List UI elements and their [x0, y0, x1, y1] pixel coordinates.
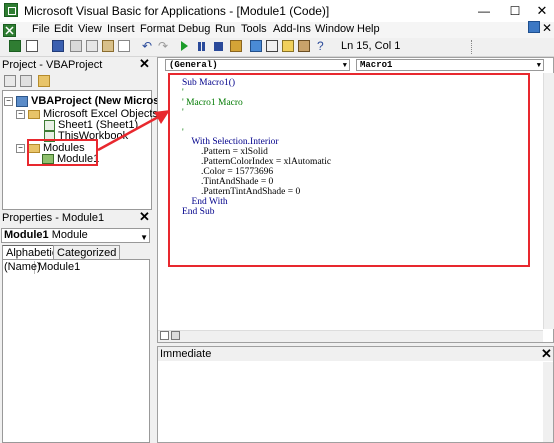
immediate-scrollbar[interactable]: [543, 362, 553, 442]
maximize-button[interactable]: ☐: [503, 2, 527, 20]
chevron-down-icon[interactable]: ▼: [140, 231, 148, 244]
immediate-title: Immediate: [158, 347, 553, 361]
menu-edit[interactable]: Edit: [54, 23, 73, 35]
project-explorer-icon[interactable]: [250, 40, 262, 52]
properties-pane-title: Properties - Module1: [0, 210, 152, 226]
run-icon[interactable]: [181, 41, 188, 51]
restore-icon[interactable]: [528, 21, 540, 33]
toggle-folders-icon[interactable]: [38, 75, 50, 87]
properties-pane-close-icon[interactable]: ✕: [138, 210, 151, 224]
code-window-close-icon[interactable]: ✕: [542, 21, 552, 35]
window-title: Microsoft Visual Basic for Applications …: [24, 4, 330, 18]
copy-icon[interactable]: [86, 40, 98, 52]
menu-insert[interactable]: Insert: [107, 23, 135, 35]
code-vertical-scrollbar[interactable]: [543, 73, 554, 329]
project-icon: [16, 95, 28, 107]
highlight-modules-box: [27, 139, 98, 166]
full-module-view-icon[interactable]: [171, 331, 180, 340]
menu-help[interactable]: Help: [357, 23, 380, 35]
break-icon[interactable]: [198, 42, 201, 51]
toolbar-grip[interactable]: [471, 40, 478, 54]
procedure-view-icon[interactable]: [160, 331, 169, 340]
sheet-icon: [44, 119, 55, 131]
menu-run[interactable]: Run: [215, 23, 235, 35]
view-object-icon[interactable]: [20, 75, 32, 87]
menu-add-ins[interactable]: Add-Ins: [273, 23, 311, 35]
menu-window[interactable]: Window: [315, 23, 354, 35]
minimize-button[interactable]: —: [472, 2, 496, 20]
properties-window-icon[interactable]: [266, 40, 278, 52]
menu-file[interactable]: File: [32, 23, 50, 35]
collapse-icon[interactable]: −: [4, 96, 13, 106]
collapse-icon[interactable]: −: [16, 109, 25, 119]
excel-app-icon: [4, 3, 18, 17]
design-mode-icon[interactable]: [230, 40, 242, 52]
object-combo[interactable]: (General) ▼: [165, 59, 350, 71]
properties-grid: [2, 259, 150, 443]
object-select[interactable]: Module1 Module ▼: [1, 228, 150, 243]
chevron-down-icon[interactable]: ▼: [343, 61, 347, 71]
annotation-arrow: [97, 110, 170, 152]
view-code-icon[interactable]: [4, 75, 16, 87]
menu-format[interactable]: Format: [140, 23, 175, 35]
procedure-combo[interactable]: Macro1 ▼: [356, 59, 544, 71]
close-button[interactable]: ✕: [530, 2, 554, 20]
code-horizontal-scrollbar[interactable]: [158, 330, 543, 342]
paste-icon[interactable]: [102, 40, 114, 52]
menu-debug[interactable]: Debug: [178, 23, 210, 35]
menu-tools[interactable]: Tools: [241, 23, 267, 35]
insert-module-icon[interactable]: [26, 40, 38, 52]
tab-categorized[interactable]: Categorized: [53, 245, 121, 260]
help-icon[interactable]: ?: [317, 39, 324, 53]
toolbox-icon[interactable]: [298, 40, 310, 52]
object-browser-icon[interactable]: [282, 40, 294, 52]
undo-icon[interactable]: ↶: [142, 39, 152, 53]
collapse-icon[interactable]: −: [16, 143, 25, 153]
cursor-position: Ln 15, Col 1: [341, 40, 401, 52]
folder-icon: [28, 109, 40, 119]
project-pane-title: Project - VBAProject: [0, 57, 152, 73]
reset-icon[interactable]: [214, 42, 223, 51]
immediate-close-icon[interactable]: ✕: [540, 347, 553, 361]
highlight-code-box: [168, 73, 530, 267]
view-excel-icon[interactable]: [9, 40, 21, 52]
cut-icon[interactable]: [70, 40, 82, 52]
property-row-name[interactable]: (Name) Module1: [4, 261, 148, 274]
chevron-down-icon[interactable]: ▼: [537, 61, 541, 71]
project-pane-close-icon[interactable]: ✕: [138, 57, 151, 71]
save-icon[interactable]: [52, 40, 64, 52]
find-icon[interactable]: [118, 40, 130, 52]
menu-view[interactable]: View: [78, 23, 102, 35]
excel-icon[interactable]: [3, 24, 16, 37]
redo-icon[interactable]: ↷: [158, 39, 168, 53]
